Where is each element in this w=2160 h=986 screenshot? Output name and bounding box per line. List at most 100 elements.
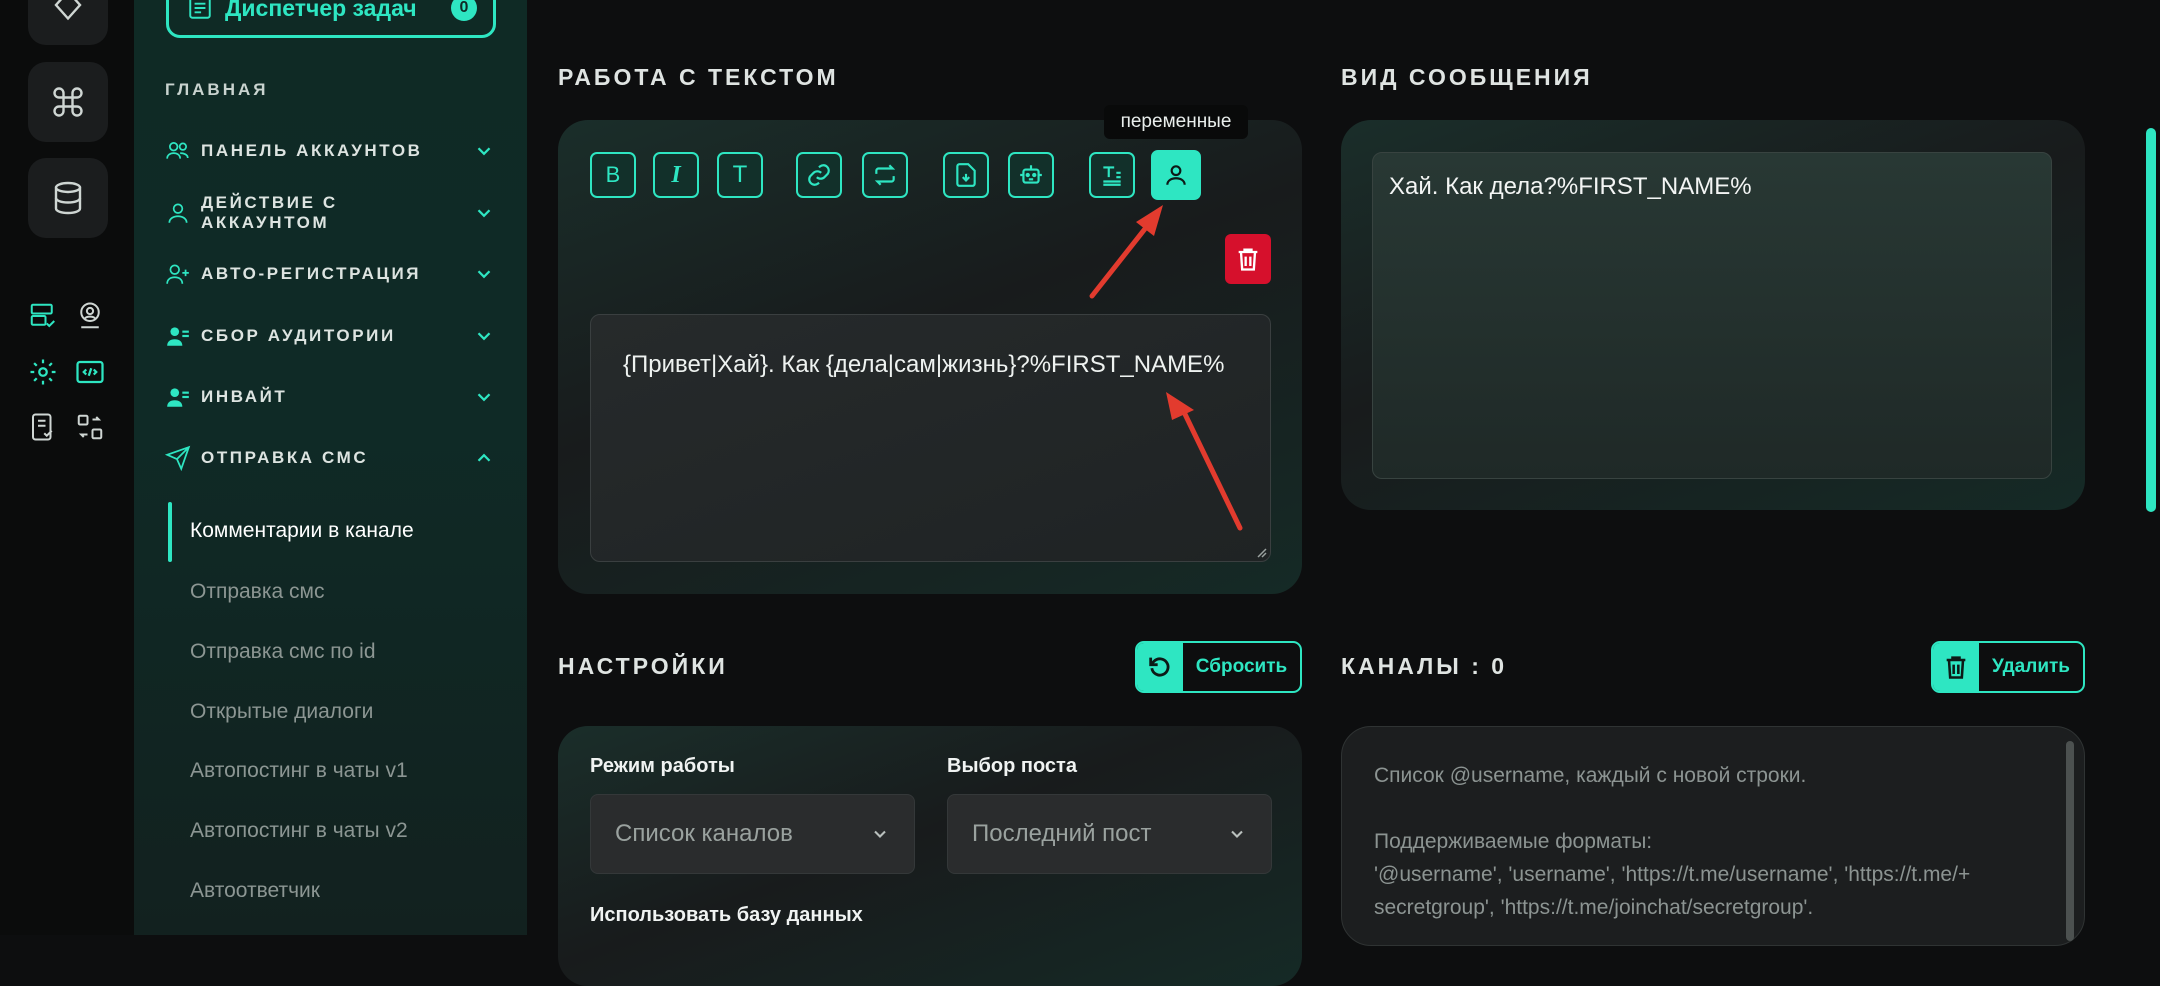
send-icon: [165, 445, 191, 471]
repeat-icon: [874, 164, 896, 186]
user-list-icon: [167, 327, 189, 346]
text-format-button[interactable]: T: [717, 152, 763, 198]
chevron-down-icon: [477, 209, 491, 218]
delete-channels-button[interactable]: Удалить: [1931, 641, 2085, 693]
sub-item-open-dialogs[interactable]: Открытые диалоги: [190, 700, 373, 724]
chevron-up-icon: [477, 453, 491, 462]
text-lines-icon: [1103, 166, 1121, 186]
bold-button[interactable]: B: [590, 152, 636, 198]
icon-rail: [0, 0, 134, 935]
italic-label: I: [671, 161, 681, 188]
nav-label: АВТО-РЕГИСТРАЦИЯ: [201, 264, 422, 283]
sub-item-autoresponder[interactable]: Автоответчик: [190, 879, 320, 903]
italic-button[interactable]: I: [653, 152, 699, 198]
settings-title: НАСТРОЙКИ: [558, 653, 728, 679]
trash-icon: [1238, 248, 1258, 271]
post-label: Выбор поста: [947, 755, 1077, 777]
channels-scrollbar[interactable]: [2066, 741, 2074, 941]
users-icon: [166, 142, 189, 159]
message-text: {Привет|Хай}. Как {дела|сам|жизнь}?%FIRS…: [623, 351, 1225, 378]
command-icon-button[interactable]: [28, 62, 108, 142]
delete-icon-box: [1933, 643, 1979, 691]
mode-select[interactable]: Список каналов: [590, 794, 915, 874]
database-icon: [54, 181, 82, 215]
reset-icon: [1149, 657, 1170, 677]
text-work-title: РАБОТА С ТЕКСТОМ: [558, 64, 839, 90]
chevron-down-icon: [477, 147, 491, 156]
placeholder-line: secretgroup', 'https://t.me/joinchat/sec…: [1374, 896, 1814, 919]
nav-label: ИНВАЙТ: [201, 387, 288, 406]
sub-item-autoposting-v2[interactable]: Автопостинг в чаты v2: [190, 819, 408, 843]
user-invite-icon: [167, 388, 189, 407]
task-manager-label: Диспетчер задач: [225, 0, 417, 21]
variables-tooltip: переменные: [1104, 105, 1248, 139]
mode-value: Список каналов: [615, 820, 793, 847]
user-icon: [168, 203, 188, 223]
nav-auto-registration[interactable]: АВТО-РЕГИСТРАЦИЯ: [165, 259, 495, 289]
database-icon-button[interactable]: [28, 158, 108, 238]
task-count-badge: 0: [451, 0, 477, 21]
nav-label: СБОР АУДИТОРИИ: [201, 326, 396, 345]
task-manager-button[interactable]: Диспетчер задач 0: [166, 0, 496, 38]
page-scrollbar[interactable]: [2146, 128, 2156, 512]
mode-label: Режим работы: [590, 755, 735, 777]
sub-item-send-sms[interactable]: Отправка смс: [190, 580, 324, 604]
chevron-down-icon: [477, 332, 491, 341]
code-window-icon[interactable]: [75, 357, 105, 387]
sub-item-send-sms-by-id[interactable]: Отправка смс по id: [190, 640, 376, 664]
sub-item-channel-comments[interactable]: Комментарии в канале: [190, 519, 414, 543]
preview-text: Хай. Как дела?%FIRST_NAME%: [1389, 173, 1752, 200]
import-file-button[interactable]: [943, 152, 989, 198]
placeholder-line: Поддерживаемые форматы:: [1374, 830, 1653, 853]
message-preview: Хай. Как дела?%FIRST_NAME%: [1372, 152, 2052, 479]
command-icon: [53, 87, 83, 117]
trash-icon: [1946, 656, 1966, 679]
swap-icon[interactable]: [75, 412, 105, 442]
channels-textarea[interactable]: Список @username, каждый с новой строки.…: [1341, 726, 2085, 946]
nav-account-action[interactable]: ДЕЙСТВИЕ С АККАУНТОМ: [165, 193, 495, 232]
reset-button[interactable]: Сбросить: [1135, 641, 1302, 693]
link-button[interactable]: [796, 152, 842, 198]
nav-label: ОТПРАВКА СМС: [201, 448, 369, 467]
text-format-label: T: [732, 161, 748, 188]
bold-label: B: [605, 162, 621, 187]
sidebar: Диспетчер задач 0 ГЛАВНАЯ ПАНЕЛЬ АККАУНТ…: [134, 0, 527, 935]
channels-title: КАНАЛЫ : 0: [1341, 653, 1508, 679]
user-variable-icon: [1166, 165, 1186, 185]
robot-icon: [1020, 165, 1042, 184]
resize-handle-icon[interactable]: [1255, 546, 1267, 558]
placeholder-line: '@username', 'username', 'https://t.me/u…: [1374, 863, 1971, 886]
nav-audience-collection[interactable]: СБОР АУДИТОРИИ: [165, 321, 495, 351]
file-download-icon: [956, 163, 976, 187]
active-indicator: [168, 502, 172, 562]
reset-label: Сбросить: [1195, 656, 1288, 677]
nav-send-sms[interactable]: ОТПРАВКА СМС: [165, 443, 495, 473]
chevron-down-icon: [1231, 830, 1243, 838]
nav-invite[interactable]: ИНВАЙТ: [165, 382, 495, 412]
sub-item-autoposting-v1[interactable]: Автопостинг в чаты v1: [190, 759, 408, 783]
text-align-button[interactable]: [1089, 152, 1135, 198]
chevron-down-icon: [477, 270, 491, 279]
task-list-icon: [189, 0, 211, 19]
nav-accounts-panel[interactable]: ПАНЕЛЬ АККАУНТОВ: [165, 136, 495, 166]
placeholder-line: Список @username, каждый с новой строки.: [1374, 764, 1807, 787]
robot-button[interactable]: [1008, 152, 1054, 198]
user-plus-icon: [166, 264, 189, 284]
nav-label: ПАНЕЛЬ АККАУНТОВ: [201, 141, 423, 160]
repeat-button[interactable]: [862, 152, 908, 198]
use-db-label: Использовать базу данных: [590, 904, 863, 926]
variables-button[interactable]: [1151, 150, 1201, 200]
message-view-title: ВИД СООБЩЕНИЯ: [1341, 64, 1593, 90]
user-location-icon[interactable]: [75, 301, 105, 331]
diamond-icon-button[interactable]: [28, 0, 108, 45]
nav-label: ДЕЙСТВИЕ С АККАУНТОМ: [200, 193, 338, 232]
clear-text-button[interactable]: [1225, 234, 1271, 284]
message-textarea[interactable]: {Привет|Хай}. Как {дела|сам|жизнь}?%FIRS…: [590, 314, 1271, 562]
link-icon: [808, 164, 830, 186]
document-check-icon[interactable]: [28, 412, 58, 442]
post-select[interactable]: Последний пост: [947, 794, 1272, 874]
server-check-icon[interactable]: [28, 301, 58, 331]
gear-icon[interactable]: [28, 357, 58, 387]
delete-label: Удалить: [1992, 656, 2070, 677]
chevron-down-icon: [874, 830, 886, 838]
